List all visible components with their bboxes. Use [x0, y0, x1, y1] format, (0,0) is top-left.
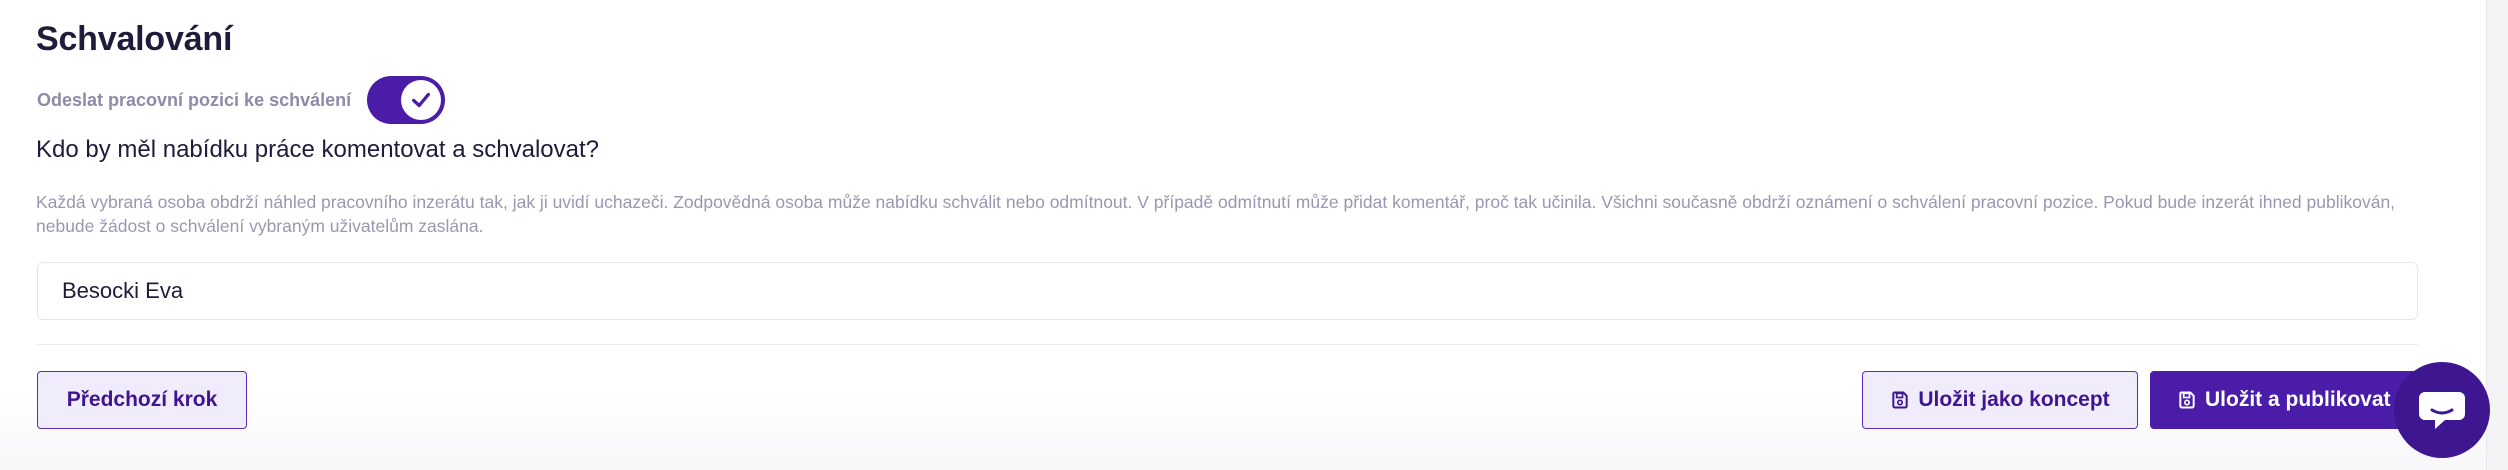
approvers-help-text: Každá vybraná osoba obdrží náhled pracov… [36, 192, 2396, 236]
toggle-knob [401, 80, 442, 120]
approvers-question: Kdo by měl nabídku práce komentovat a sc… [36, 136, 599, 163]
selected-approver: Besocki Eva [62, 278, 184, 303]
approval-toggle-row: Odeslat pracovní pozici ke schválení [37, 76, 446, 124]
divider [37, 344, 2418, 345]
save-icon [2177, 390, 2197, 410]
approver-select[interactable]: Besocki Eva [37, 262, 2418, 320]
previous-step-button[interactable]: Předchozí krok [37, 371, 247, 429]
save-draft-button[interactable]: Uložit jako koncept [1862, 371, 2138, 429]
previous-step-label: Předchozí krok [66, 388, 218, 411]
page-scrollbar[interactable] [2486, 0, 2508, 470]
save-publish-button[interactable]: Uložit a publikovat [2150, 371, 2418, 429]
save-draft-label: Uložit jako koncept [1918, 388, 2110, 411]
save-publish-label: Uložit a publikovat [2205, 388, 2391, 411]
check-icon [412, 92, 431, 108]
approval-toggle-label: Odeslat pracovní pozici ke schválení [37, 89, 352, 110]
approval-page: Schvalování Odeslat pracovní pozici ke s… [0, 0, 2508, 470]
approval-toggle[interactable] [367, 76, 446, 124]
chat-button[interactable] [2394, 362, 2490, 458]
section-title: Schvalování [36, 20, 233, 58]
save-icon [1890, 390, 1910, 410]
chat-icon [2419, 392, 2465, 429]
